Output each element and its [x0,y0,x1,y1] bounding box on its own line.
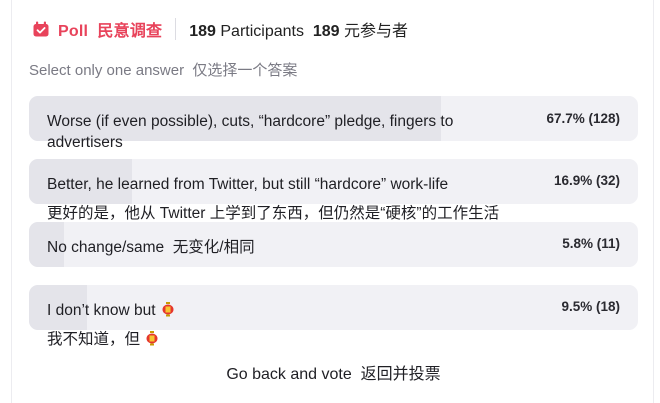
option-result: 67.7% (128) [546,111,620,126]
poll-option-dont-know: I don’t know but 我不知道，但 9.5% (18) [29,285,638,348]
poll-card: Poll 民意调查 189 Participants 189 元参与者 Sele… [11,0,654,403]
go-back-and-vote-link[interactable]: Go back and vote 返回并投票 [12,360,655,384]
option-label: No change/same 无变化/相同 [47,239,255,256]
poll-title: Poll 民意调查 [58,23,163,40]
header-divider [175,18,177,40]
option-result: 16.9% (32) [553,173,620,188]
option-result: 5.8% (11) [562,236,620,251]
poll-header: Poll 民意调查 189 Participants 189 元参与者 [32,18,408,40]
poll-option-worse: Worse (if even possible), cuts, “hardcor… [29,96,638,151]
poll-option-no-change: No change/same 无变化/相同 5.8% (11) [29,222,638,267]
option-label: Worse (if even possible), cuts, “hardcor… [47,113,454,151]
lantern-icon [162,302,174,317]
option-label: Better, he learned from Twitter, but sti… [47,176,500,222]
poll-option-better: Better, he learned from Twitter, but sti… [29,159,638,222]
lantern-icon [146,331,158,346]
participants-count: 189 Participants 189 元参与者 [189,23,409,40]
poll-instructions: Select only one answer 仅选择一个答案 [29,62,298,79]
option-result: 9.5% (18) [561,299,620,314]
option-label: I don’t know but 我不知道，但 [47,300,517,350]
poll-icon [33,21,49,37]
